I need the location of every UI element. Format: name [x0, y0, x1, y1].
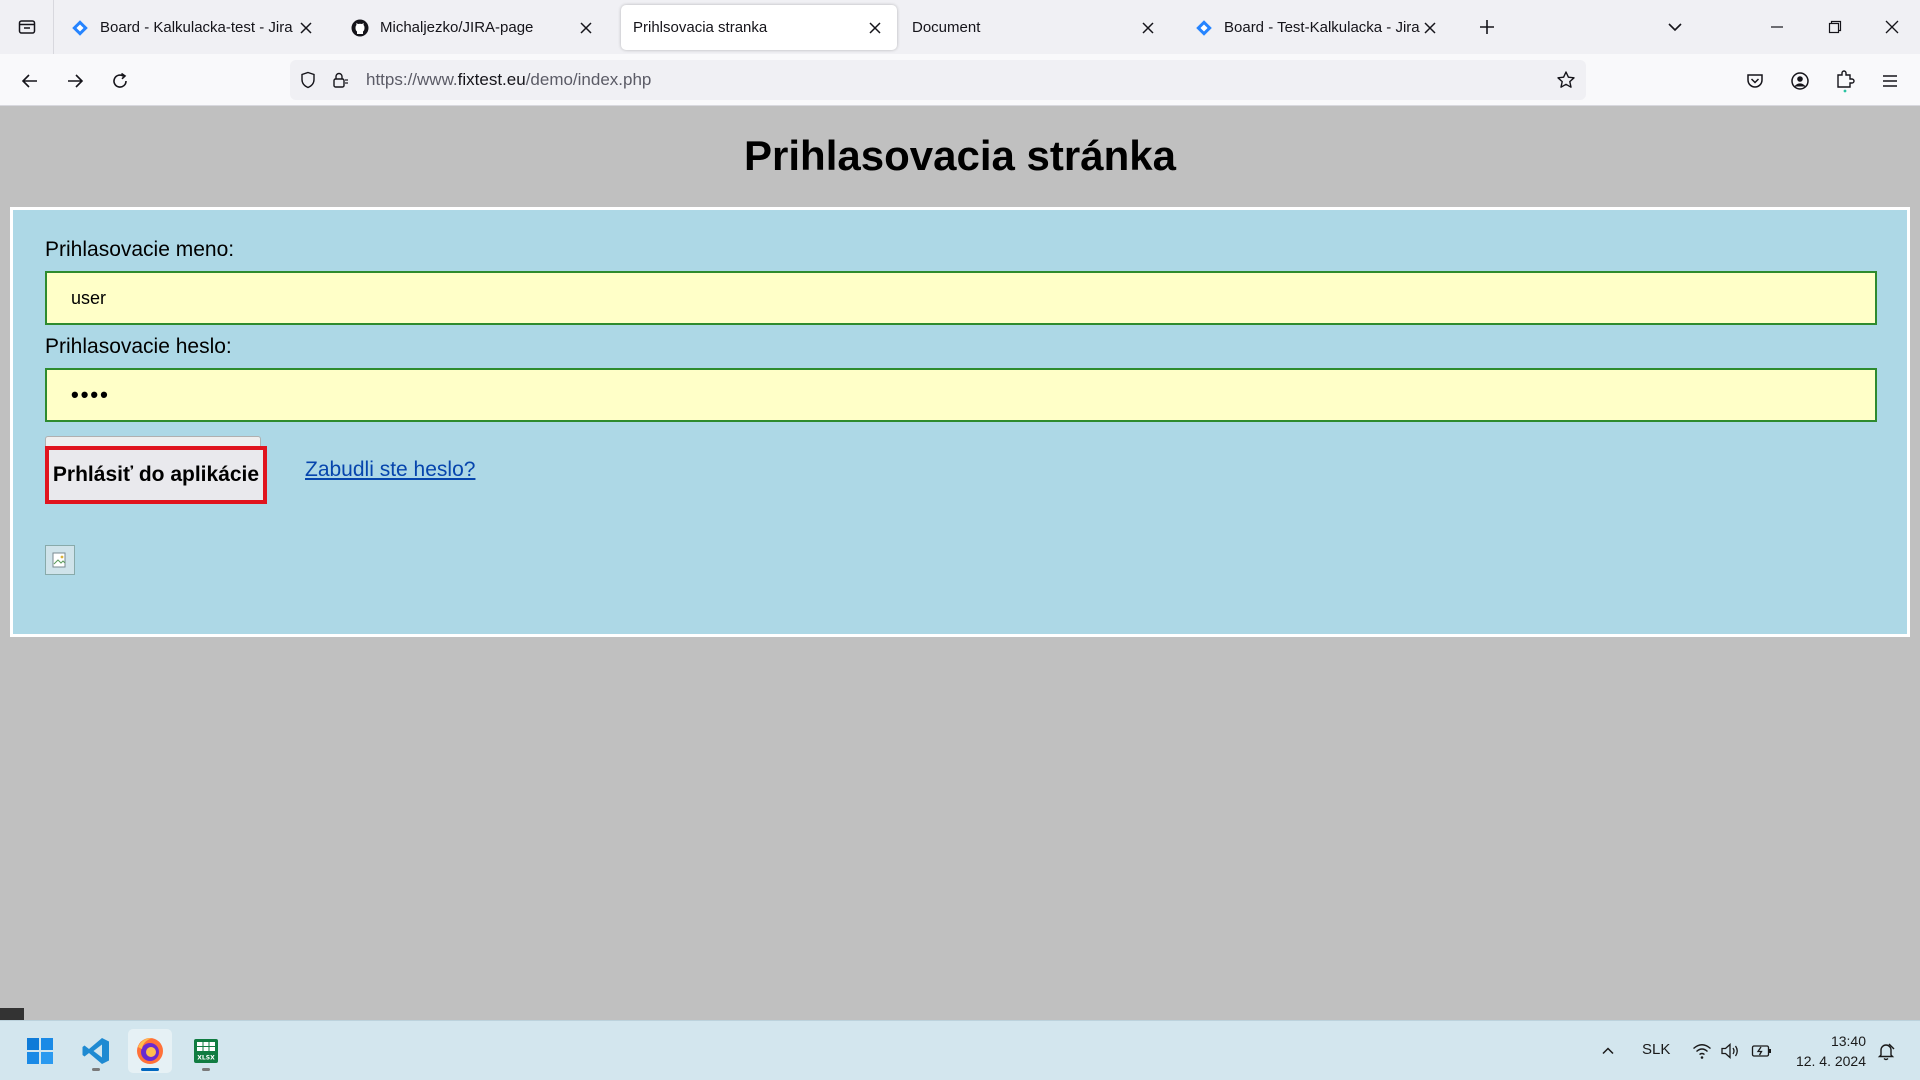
bookmark-button[interactable] [1554, 68, 1578, 92]
minimize-button[interactable] [1762, 12, 1792, 42]
account-icon [1791, 72, 1809, 90]
language-indicator[interactable]: SLK [1642, 1041, 1670, 1058]
page-title: Prihlasovacia stránka [744, 132, 1176, 179]
taskbar-excel-file[interactable]: XLSX [184, 1029, 228, 1073]
tracking-protection-icon[interactable] [298, 70, 318, 90]
navigation-toolbar: https://www.fixtest.eu/demo/index.php [0, 54, 1920, 106]
page-content: Prihlasovacia stránka Prihlasovacie meno… [0, 106, 1920, 1020]
clock[interactable]: 13:40 12. 4. 2024 [1796, 1031, 1866, 1071]
chevron-up-icon [1602, 1047, 1614, 1055]
url-bar[interactable]: https://www.fixtest.eu/demo/index.php [290, 60, 1586, 100]
reload-icon [113, 72, 127, 88]
username-input[interactable]: user [45, 271, 1877, 325]
jira-icon [70, 18, 90, 38]
windows-icon [27, 1038, 53, 1064]
close-icon[interactable] [576, 18, 596, 38]
notifications-button[interactable] [1874, 1039, 1898, 1063]
pocket-icon [1747, 74, 1763, 88]
battery-icon[interactable] [1750, 1039, 1774, 1063]
tab-title: Board - Test-Kalkulacka - Jira [1224, 19, 1420, 36]
clock-time: 13:40 [1830, 1033, 1866, 1049]
github-icon [350, 18, 370, 38]
tab-bar: Board - Kalkulacka-test - Jira Michaljez… [0, 0, 1920, 54]
username-label: Prihlasovacie meno: [45, 238, 235, 261]
tab-jira-board-2[interactable]: Board - Test-Kalkulacka - Jira [1182, 5, 1452, 50]
chevron-down-icon [1668, 23, 1682, 32]
jira-icon [1194, 18, 1214, 38]
vscode-icon [82, 1038, 109, 1064]
tab-prihlasovacia-stranka[interactable]: Prihlsovacia stranka [621, 5, 897, 50]
tab-title: Prihlsovacia stranka [633, 19, 768, 36]
tab-title: Michaljezko/JIRA-page [380, 19, 534, 36]
list-all-tabs-button[interactable] [1662, 14, 1688, 40]
taskbar-vscode[interactable] [74, 1029, 118, 1073]
clock-date: 12. 4. 2024 [1795, 1053, 1866, 1069]
url-prefix: https://www. [366, 70, 458, 89]
restore-icon [1828, 20, 1842, 34]
login-form: Prihlasovacie meno: user Prihlasovacie h… [10, 207, 1910, 637]
account-button[interactable] [1785, 66, 1815, 96]
forward-button[interactable] [60, 66, 90, 96]
xlsx-file-icon: XLSX [194, 1039, 218, 1063]
svg-text:XLSX: XLSX [197, 1055, 215, 1062]
url-path: /demo/index.php [525, 70, 652, 89]
new-tab-button[interactable] [1474, 14, 1500, 40]
taskbar: XLSX SLK 13:40 12. 4. 2024 [0, 1020, 1920, 1080]
close-icon [1885, 20, 1899, 34]
tab-list-icon [18, 20, 35, 34]
tab-github[interactable]: Michaljezko/JIRA-page [338, 5, 608, 50]
page-corner-marker [0, 1008, 24, 1020]
close-icon[interactable] [296, 18, 316, 38]
running-indicator [92, 1068, 100, 1071]
tab-document[interactable]: Document [900, 5, 1170, 50]
close-icon[interactable] [1138, 18, 1158, 38]
wifi-icon[interactable] [1690, 1039, 1714, 1063]
show-hidden-icons-button[interactable] [1596, 1039, 1620, 1063]
lock-icon[interactable] [330, 70, 350, 90]
arrow-right-icon [68, 74, 84, 88]
url-host: fixtest.eu [457, 70, 526, 89]
tab-jira-board-1[interactable]: Board - Kalkulacka-test - Jira [58, 5, 328, 50]
tab-title: Document [912, 19, 981, 36]
tab-list-button[interactable] [0, 0, 54, 54]
plus-icon [1480, 20, 1494, 34]
puzzle-icon [1837, 70, 1855, 93]
extensions-button[interactable] [1830, 66, 1860, 96]
login-button[interactable]: Prhlásiť do aplikácie [45, 446, 267, 504]
menu-button[interactable] [1875, 66, 1905, 96]
firefox-icon [137, 1038, 163, 1064]
minimize-icon [1771, 26, 1783, 28]
arrow-left-icon [21, 74, 37, 88]
forgot-password-link[interactable]: Zabudli ste heslo? [305, 458, 475, 482]
taskbar-firefox[interactable] [128, 1029, 172, 1073]
volume-icon[interactable] [1718, 1039, 1742, 1063]
broken-image-icon [45, 545, 75, 575]
close-icon[interactable] [1420, 18, 1440, 38]
start-button[interactable] [18, 1029, 62, 1073]
tab-title: Board - Kalkulacka-test - Jira [100, 19, 293, 36]
bell-icon [1877, 1043, 1895, 1061]
password-label: Prihlasovacie heslo: [45, 335, 232, 358]
close-icon[interactable] [865, 18, 885, 38]
hamburger-icon [1883, 75, 1897, 87]
restore-button[interactable] [1820, 12, 1850, 42]
password-input[interactable]: •••• [45, 368, 1877, 422]
active-indicator [141, 1068, 159, 1071]
close-window-button[interactable] [1877, 12, 1907, 42]
url-text[interactable]: https://www.fixtest.eu/demo/index.php [366, 70, 651, 90]
back-button[interactable] [15, 66, 45, 96]
pocket-button[interactable] [1740, 66, 1770, 96]
running-indicator [202, 1068, 210, 1071]
reload-button[interactable] [105, 66, 135, 96]
star-icon [1557, 71, 1575, 88]
